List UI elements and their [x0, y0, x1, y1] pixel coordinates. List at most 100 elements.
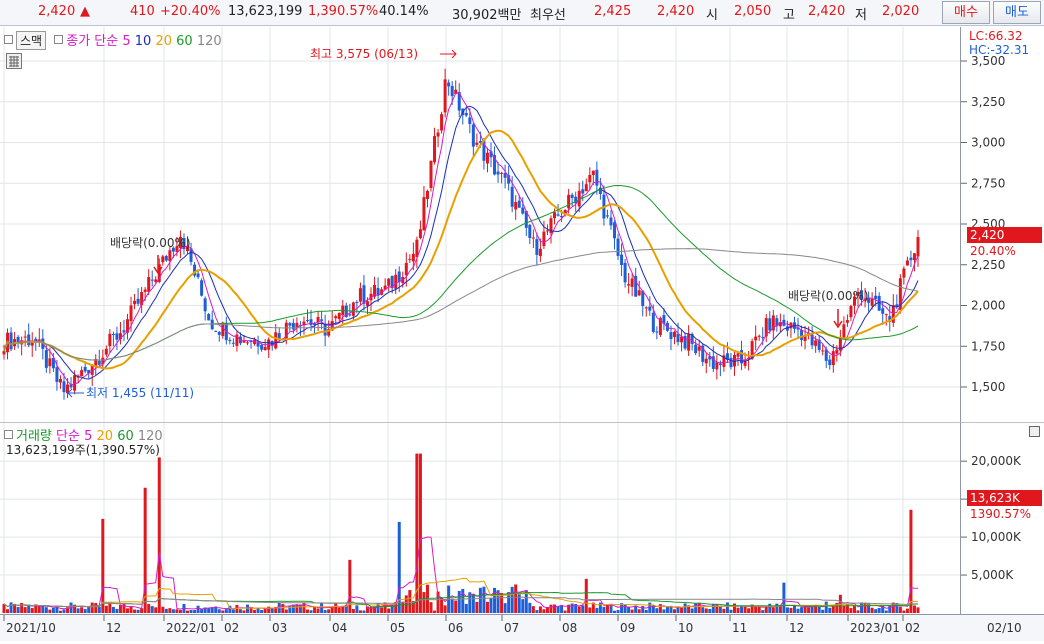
volume-ratio: 1,390.57%	[308, 4, 379, 19]
volume-bar	[27, 605, 31, 613]
volume-bar	[238, 609, 242, 613]
volume-bar	[722, 608, 726, 613]
volume-toggle-icon[interactable]	[4, 430, 13, 439]
volume-bar	[351, 608, 355, 613]
volume-bar	[305, 609, 309, 613]
candle-body	[97, 360, 101, 365]
candle-body	[207, 314, 211, 321]
volume-bar	[37, 606, 41, 613]
price-chart-area[interactable]: 최고 3,575 (06/13) 최저 1,455 (11/11) 배당락(0.00…	[0, 27, 960, 422]
volume-bar	[108, 602, 112, 613]
volume-bar	[768, 603, 772, 613]
volume-bar	[711, 603, 715, 613]
candle-body	[440, 114, 444, 131]
volume-bar	[210, 607, 214, 613]
x-tick-label: 02	[905, 621, 920, 635]
volume-bar	[503, 603, 507, 613]
volume-bar	[556, 606, 560, 613]
candle-body	[404, 262, 408, 276]
volume-bar	[313, 606, 317, 613]
candle-body	[443, 79, 447, 113]
volume-bar	[323, 610, 327, 613]
candle-body	[535, 239, 539, 255]
dividend-right-arrow-icon	[833, 309, 843, 329]
candle-body	[468, 117, 472, 125]
candle-body	[588, 174, 592, 183]
volume-bar	[655, 608, 659, 613]
volume-bar	[553, 604, 557, 613]
volume-bar	[387, 608, 391, 613]
volume-bar	[747, 608, 751, 613]
candle-body	[591, 170, 595, 175]
x-tick-label: 11	[732, 621, 747, 635]
candle-body	[48, 358, 52, 367]
volume-bar	[905, 608, 909, 613]
volume-bar	[715, 604, 719, 613]
candle-body	[55, 367, 59, 383]
candle-body	[143, 289, 147, 292]
candle-body	[669, 332, 673, 340]
volume-bar	[51, 607, 55, 613]
volume-bar	[916, 607, 920, 613]
candle-body	[365, 301, 369, 306]
collapse-icon[interactable]	[4, 35, 13, 44]
candle-body	[111, 333, 115, 336]
candle-body	[553, 212, 557, 219]
candle-body	[637, 290, 641, 296]
volume-bar	[316, 608, 320, 613]
candle-body	[9, 332, 13, 350]
volume-bar	[613, 610, 617, 613]
candle-body	[263, 346, 267, 351]
volume-bar	[856, 610, 860, 613]
candle-body	[556, 214, 560, 216]
volume-summary: 13,623,199주(1,390.57%)	[6, 443, 160, 457]
sell-button[interactable]: 매도	[993, 1, 1041, 24]
volume-bar	[877, 607, 881, 613]
volume-bar	[193, 610, 197, 613]
close-panel-icon[interactable]	[1029, 426, 1040, 437]
candle-body	[471, 124, 475, 147]
volume-bar	[129, 606, 133, 613]
buy-button[interactable]: 매수	[942, 1, 990, 24]
volume-bar	[309, 610, 313, 613]
volume-bar	[902, 610, 906, 613]
candle-body	[531, 237, 535, 239]
volume-bar	[549, 604, 553, 613]
volume-bar	[242, 610, 246, 613]
volume-bar	[581, 605, 585, 613]
volume-bar	[126, 608, 130, 613]
grid-icon[interactable]	[6, 53, 22, 69]
candle-body	[644, 307, 648, 309]
volume-bar	[521, 599, 525, 613]
candle-body	[538, 248, 542, 257]
candle-body	[757, 335, 761, 337]
candle-body	[320, 319, 324, 321]
ma-label: 종가 단순	[66, 34, 119, 49]
volume-tick-label: 10,000K	[971, 530, 1022, 544]
dividend-right-label: 배당락(0.00%)	[788, 289, 869, 303]
volume-bar	[97, 606, 101, 613]
candle-body	[231, 342, 235, 344]
volume-bar	[785, 607, 789, 613]
volume-bar	[164, 608, 168, 613]
price-tick-label: 2,250	[971, 258, 1005, 272]
candle-body	[905, 260, 909, 266]
candle-body	[16, 336, 20, 343]
x-tick-label: 12	[106, 621, 121, 635]
candle-body	[718, 363, 722, 366]
candle-body	[351, 302, 355, 316]
candle-body	[136, 298, 140, 304]
candle-body	[697, 346, 701, 351]
candle-body	[217, 331, 221, 335]
candle-body	[800, 330, 804, 340]
high-price: 2,420	[808, 4, 846, 19]
current-volume-ratio: 1390.57%	[970, 507, 1032, 521]
volume-bar	[111, 606, 115, 613]
candle-body	[595, 169, 599, 186]
ma-toggle-icon[interactable]	[54, 35, 64, 44]
candle-body	[842, 324, 846, 339]
smart-button[interactable]: 스맥	[16, 31, 47, 50]
candle-body	[570, 194, 574, 198]
candle-body	[613, 222, 617, 239]
volume-bar	[245, 604, 249, 613]
